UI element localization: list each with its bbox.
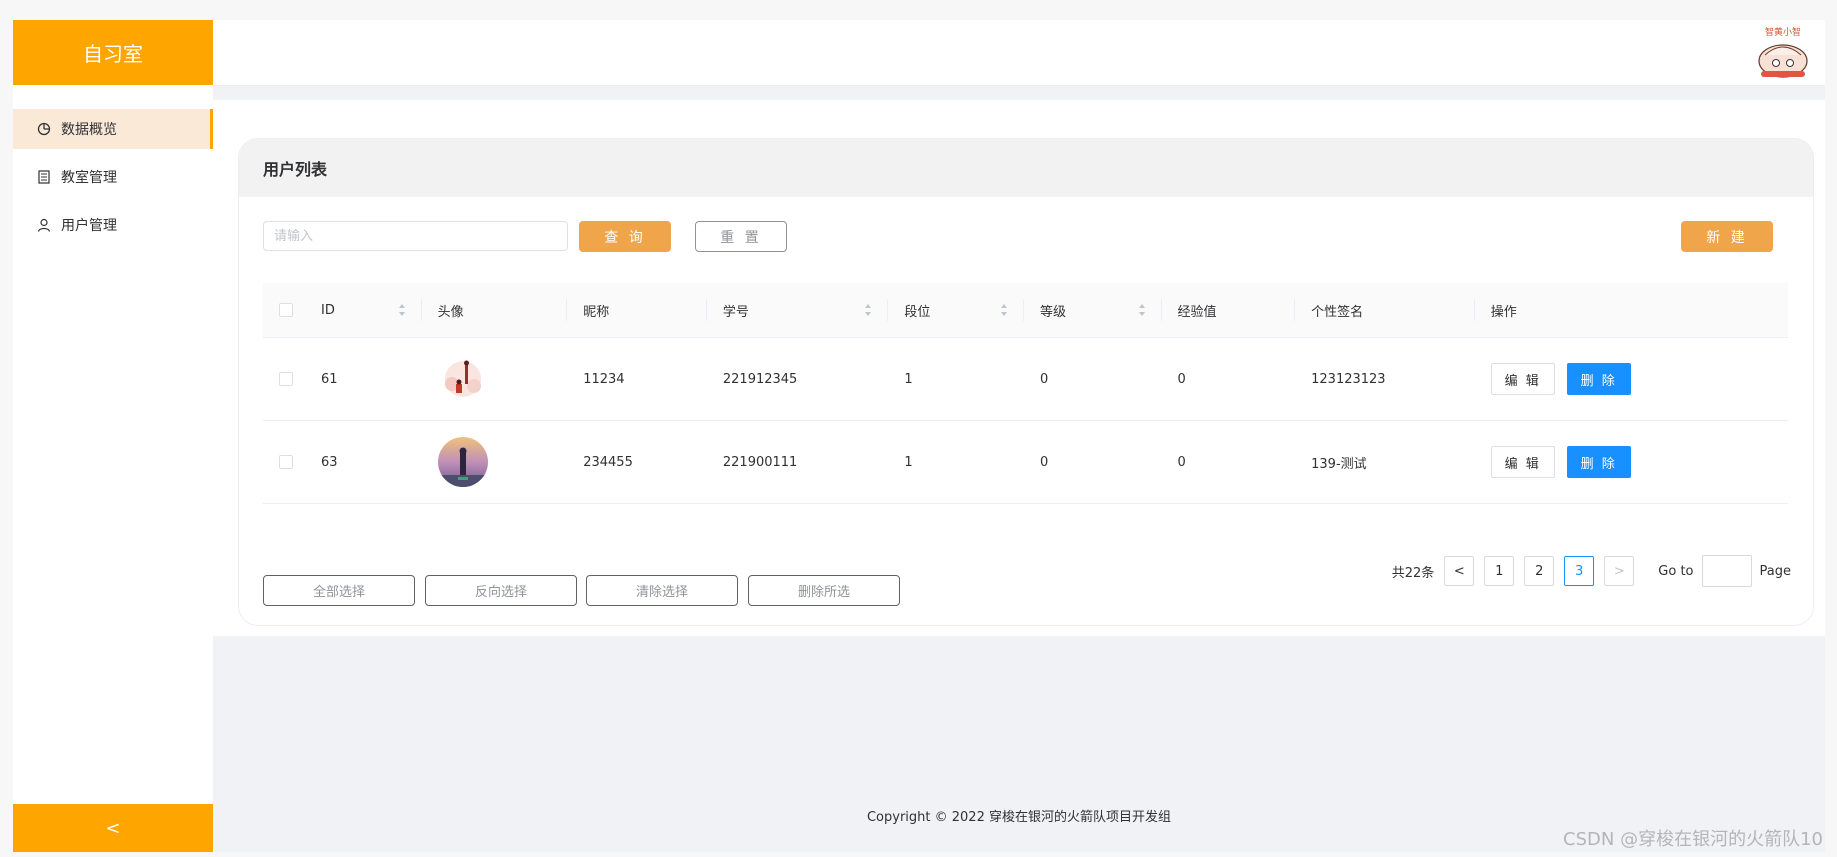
search-input[interactable] bbox=[263, 221, 568, 251]
cell-avatar bbox=[421, 337, 568, 421]
top-header: 智黄小智 bbox=[213, 20, 1825, 86]
user-list-card: 用户列表 查 询 重 置 新 建 bbox=[238, 138, 1814, 626]
edit-button[interactable]: 编 辑 bbox=[1490, 363, 1555, 395]
row-checkbox[interactable] bbox=[279, 455, 293, 469]
cell-student-no: 221900111 bbox=[706, 420, 889, 504]
column-header-rank[interactable]: 段位 bbox=[888, 283, 1024, 338]
app-window: 自习室 数据概览 教室管理 用户管理 < 智黄小智 用户列表 请输入 查 询 重… bbox=[0, 0, 1837, 857]
invert-selection-button[interactable]: 反向选择 bbox=[425, 575, 577, 606]
delete-selected-button[interactable]: 删除所选 bbox=[748, 575, 900, 606]
cell-student-no: 221912345 bbox=[706, 337, 889, 421]
sidebar-nav: 数据概览 教室管理 用户管理 bbox=[13, 85, 213, 245]
sidebar-item-label: 教室管理 bbox=[61, 170, 117, 186]
sidebar-item-label: 用户管理 bbox=[61, 218, 117, 234]
user-table: ID 头像 昵称 学号 段位 等级 经验值 个性签名 操作 61 11234 2… bbox=[263, 283, 1788, 504]
column-header-level[interactable]: 等级 bbox=[1023, 283, 1162, 338]
watermark: CSDN @穿梭在银河的火箭队10 bbox=[1563, 829, 1823, 850]
goto-page-input[interactable] bbox=[1701, 555, 1752, 587]
table-row: 63 234455 221900111 1 0 0 139-测试 编 辑 删 除 bbox=[263, 420, 1788, 504]
sort-icon bbox=[1138, 304, 1145, 316]
new-button[interactable]: 新 建 bbox=[1681, 221, 1773, 252]
query-button[interactable]: 查 询 bbox=[579, 221, 671, 252]
sort-icon bbox=[1000, 304, 1007, 316]
reset-button[interactable]: 重 置 bbox=[695, 221, 787, 252]
select-all-button[interactable]: 全部选择 bbox=[263, 575, 415, 606]
edit-button[interactable]: 编 辑 bbox=[1490, 446, 1555, 478]
cell-exp: 0 bbox=[1161, 420, 1296, 504]
cell-level: 0 bbox=[1023, 420, 1162, 504]
column-header-signature: 个性签名 bbox=[1295, 283, 1475, 338]
column-header-id[interactable]: ID bbox=[305, 283, 422, 338]
clear-selection-button[interactable]: 清除选择 bbox=[586, 575, 738, 606]
brand-logo: 自习室 bbox=[13, 20, 213, 85]
pagination: 共22条 < 1 2 3 > Go to Page bbox=[1392, 555, 1791, 587]
cell-signature: 139-测试 bbox=[1295, 420, 1475, 504]
cell-id: 63 bbox=[305, 420, 422, 504]
toolbar: 查 询 重 置 新 建 bbox=[263, 221, 1789, 255]
table-row: 61 11234 221912345 1 0 0 123123123 编 辑 删… bbox=[263, 337, 1788, 421]
delete-button[interactable]: 删 除 bbox=[1566, 363, 1631, 395]
goto-label: Go to bbox=[1658, 563, 1694, 579]
delete-button[interactable]: 删 除 bbox=[1566, 446, 1631, 478]
chevron-left-icon: < bbox=[1453, 563, 1465, 579]
avatar bbox=[437, 437, 488, 487]
pagination-total: 共22条 bbox=[1391, 565, 1435, 581]
cell-id: 61 bbox=[305, 337, 422, 421]
chevron-right-icon: > bbox=[1613, 563, 1625, 579]
table-header-row: ID 头像 昵称 学号 段位 等级 经验值 个性签名 操作 bbox=[263, 283, 1788, 338]
mascot-text: 智黄小智 bbox=[1765, 26, 1801, 38]
document-icon bbox=[37, 170, 51, 184]
footer-copyright: Copyright © 2022 穿梭在银河的火箭队项目开发组 bbox=[866, 810, 1171, 825]
cell-actions: 编 辑删 除 bbox=[1474, 337, 1788, 421]
cell-actions: 编 辑删 除 bbox=[1474, 420, 1788, 504]
user-icon bbox=[37, 218, 51, 232]
column-header-actions: 操作 bbox=[1474, 283, 1788, 338]
cell-rank: 1 bbox=[888, 337, 1024, 421]
sidebar-collapse-button[interactable]: < bbox=[13, 804, 213, 852]
cell-level: 0 bbox=[1023, 337, 1162, 421]
sidebar-item-classrooms[interactable]: 教室管理 bbox=[13, 157, 213, 197]
cell-exp: 0 bbox=[1161, 337, 1296, 421]
main-content: 用户列表 查 询 重 置 新 建 bbox=[213, 86, 1825, 852]
header-checkbox-cell bbox=[263, 283, 305, 338]
mascot-logo: 智黄小智 bbox=[1751, 23, 1815, 83]
pie-chart-icon bbox=[37, 122, 51, 136]
row-checkbox[interactable] bbox=[279, 372, 293, 386]
next-page-button[interactable]: > bbox=[1604, 556, 1635, 586]
avatar bbox=[437, 354, 488, 404]
cell-avatar bbox=[421, 420, 568, 504]
cell-signature: 123123123 bbox=[1295, 337, 1475, 421]
page-button-2[interactable]: 2 bbox=[1524, 556, 1555, 586]
page-label: Page bbox=[1759, 563, 1791, 579]
page-button-3[interactable]: 3 bbox=[1564, 556, 1595, 586]
select-all-checkbox[interactable] bbox=[279, 303, 293, 317]
cell-rank: 1 bbox=[888, 420, 1024, 504]
sidebar-item-users[interactable]: 用户管理 bbox=[13, 205, 213, 245]
card-title: 用户列表 bbox=[239, 139, 1813, 197]
sidebar: 自习室 数据概览 教室管理 用户管理 < bbox=[13, 20, 214, 852]
cell-nickname: 11234 bbox=[567, 337, 707, 421]
column-header-student-no[interactable]: 学号 bbox=[706, 283, 889, 338]
column-header-avatar: 头像 bbox=[421, 283, 568, 338]
cell-nickname: 234455 bbox=[567, 420, 707, 504]
sidebar-item-overview[interactable]: 数据概览 bbox=[13, 109, 213, 149]
sort-icon bbox=[398, 304, 405, 316]
page-button-1[interactable]: 1 bbox=[1484, 556, 1515, 586]
column-header-nickname: 昵称 bbox=[567, 283, 707, 338]
column-header-exp: 经验值 bbox=[1161, 283, 1296, 338]
content-panel: 用户列表 查 询 重 置 新 建 bbox=[213, 100, 1825, 636]
prev-page-button[interactable]: < bbox=[1444, 556, 1475, 586]
sort-icon bbox=[865, 304, 872, 316]
sidebar-item-label: 数据概览 bbox=[61, 122, 117, 138]
